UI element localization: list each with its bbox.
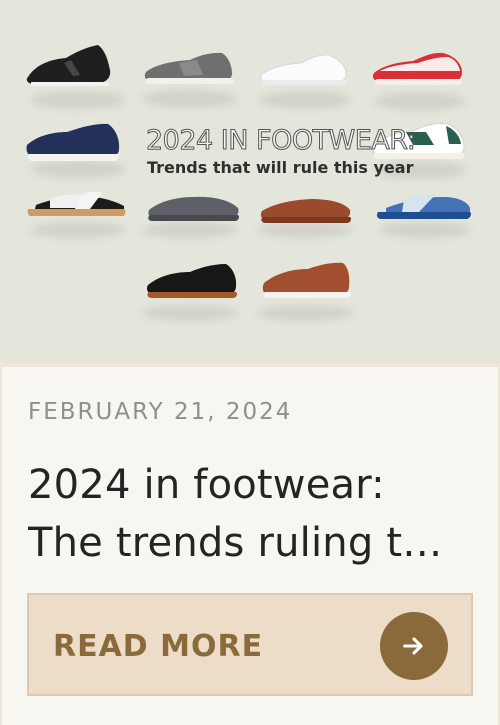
hero-subheadline: Trends that will rule this year	[147, 158, 414, 177]
post-title-line-1[interactable]: 2024 in footwear:	[28, 456, 473, 514]
post-title[interactable]: 2024 in footwear: The trends ruling t…	[28, 456, 473, 572]
read-more-label: READ MORE	[53, 629, 264, 664]
read-more-button[interactable]: READ MORE	[27, 593, 473, 696]
arrow-right-glyph	[403, 637, 423, 655]
post-title-line-2[interactable]: The trends ruling t…	[28, 514, 473, 572]
hero-image[interactable]: 2024 IN FOOTWEAR: Trends that will rule …	[0, 0, 500, 364]
arrow-right-icon[interactable]	[380, 612, 448, 680]
footwear-collage: 2024 IN FOOTWEAR: Trends that will rule …	[0, 0, 500, 364]
hero-headline: 2024 IN FOOTWEAR:	[146, 125, 415, 156]
blog-card: 2024 IN FOOTWEAR: Trends that will rule …	[0, 0, 500, 725]
post-date: FEBRUARY 21, 2024	[28, 399, 293, 425]
